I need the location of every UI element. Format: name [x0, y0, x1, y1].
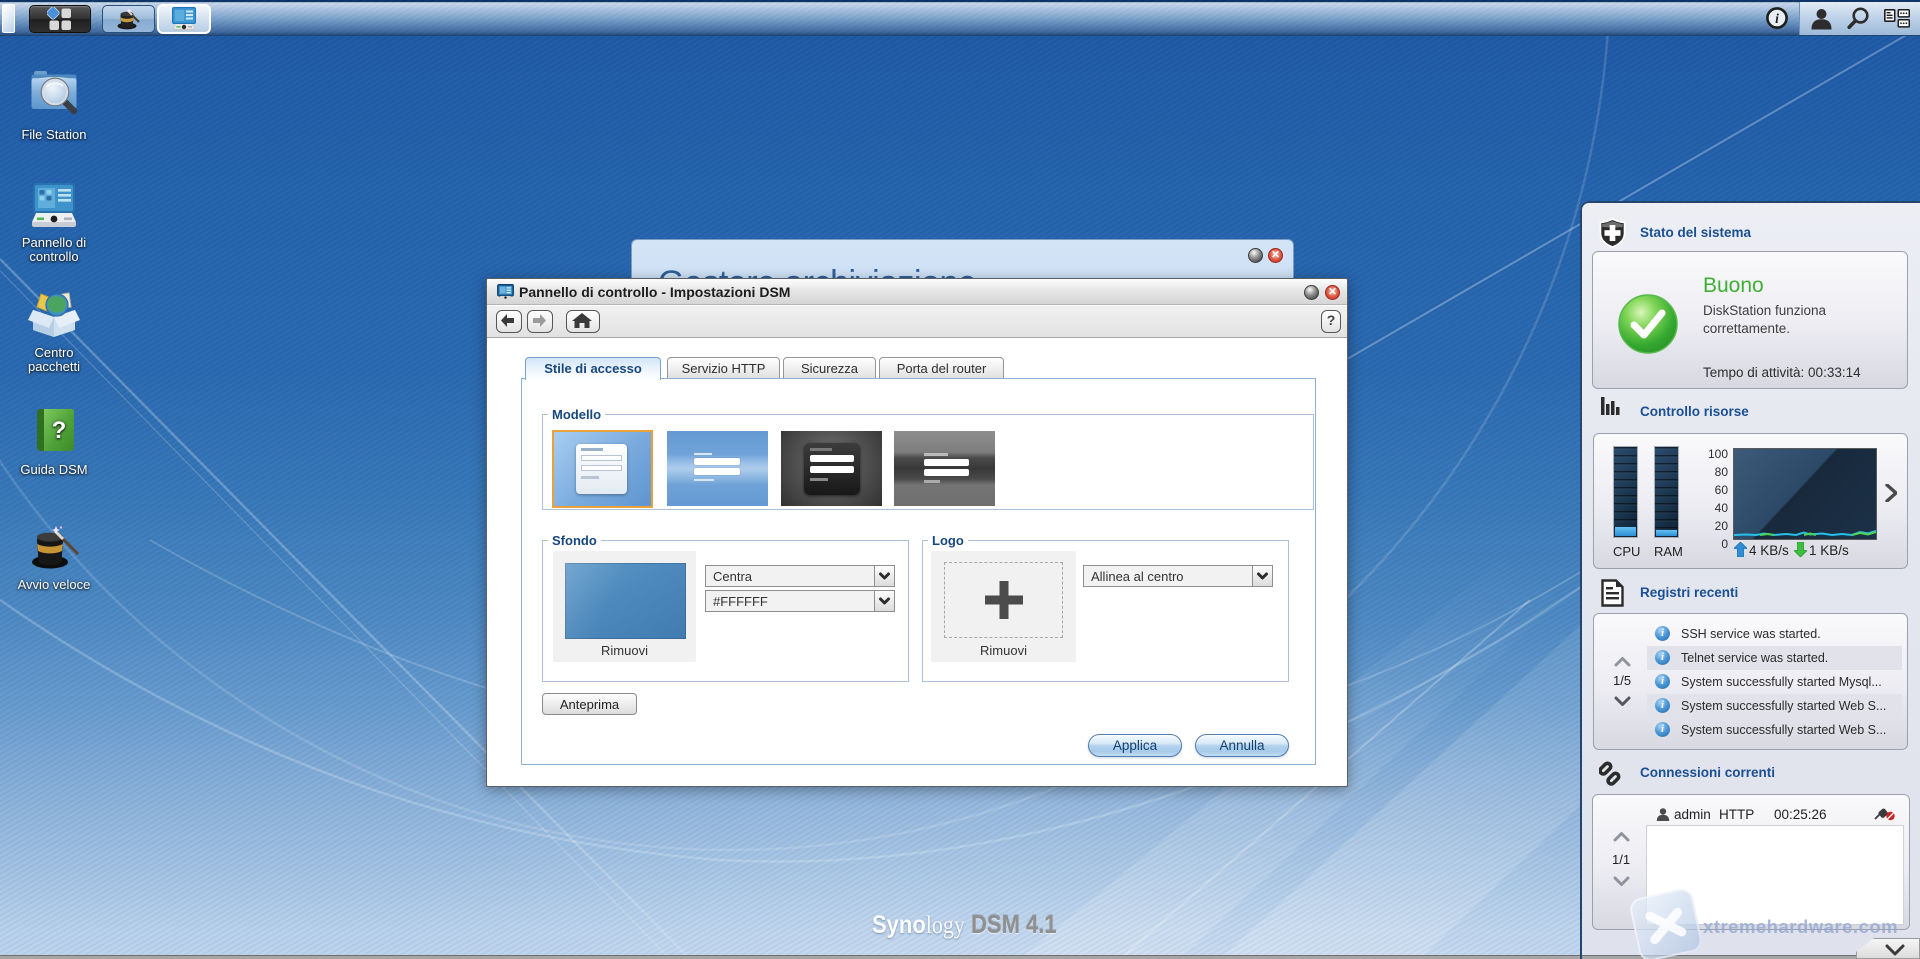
svg-text:i: i — [1775, 11, 1779, 26]
svg-text:?: ? — [52, 417, 67, 444]
